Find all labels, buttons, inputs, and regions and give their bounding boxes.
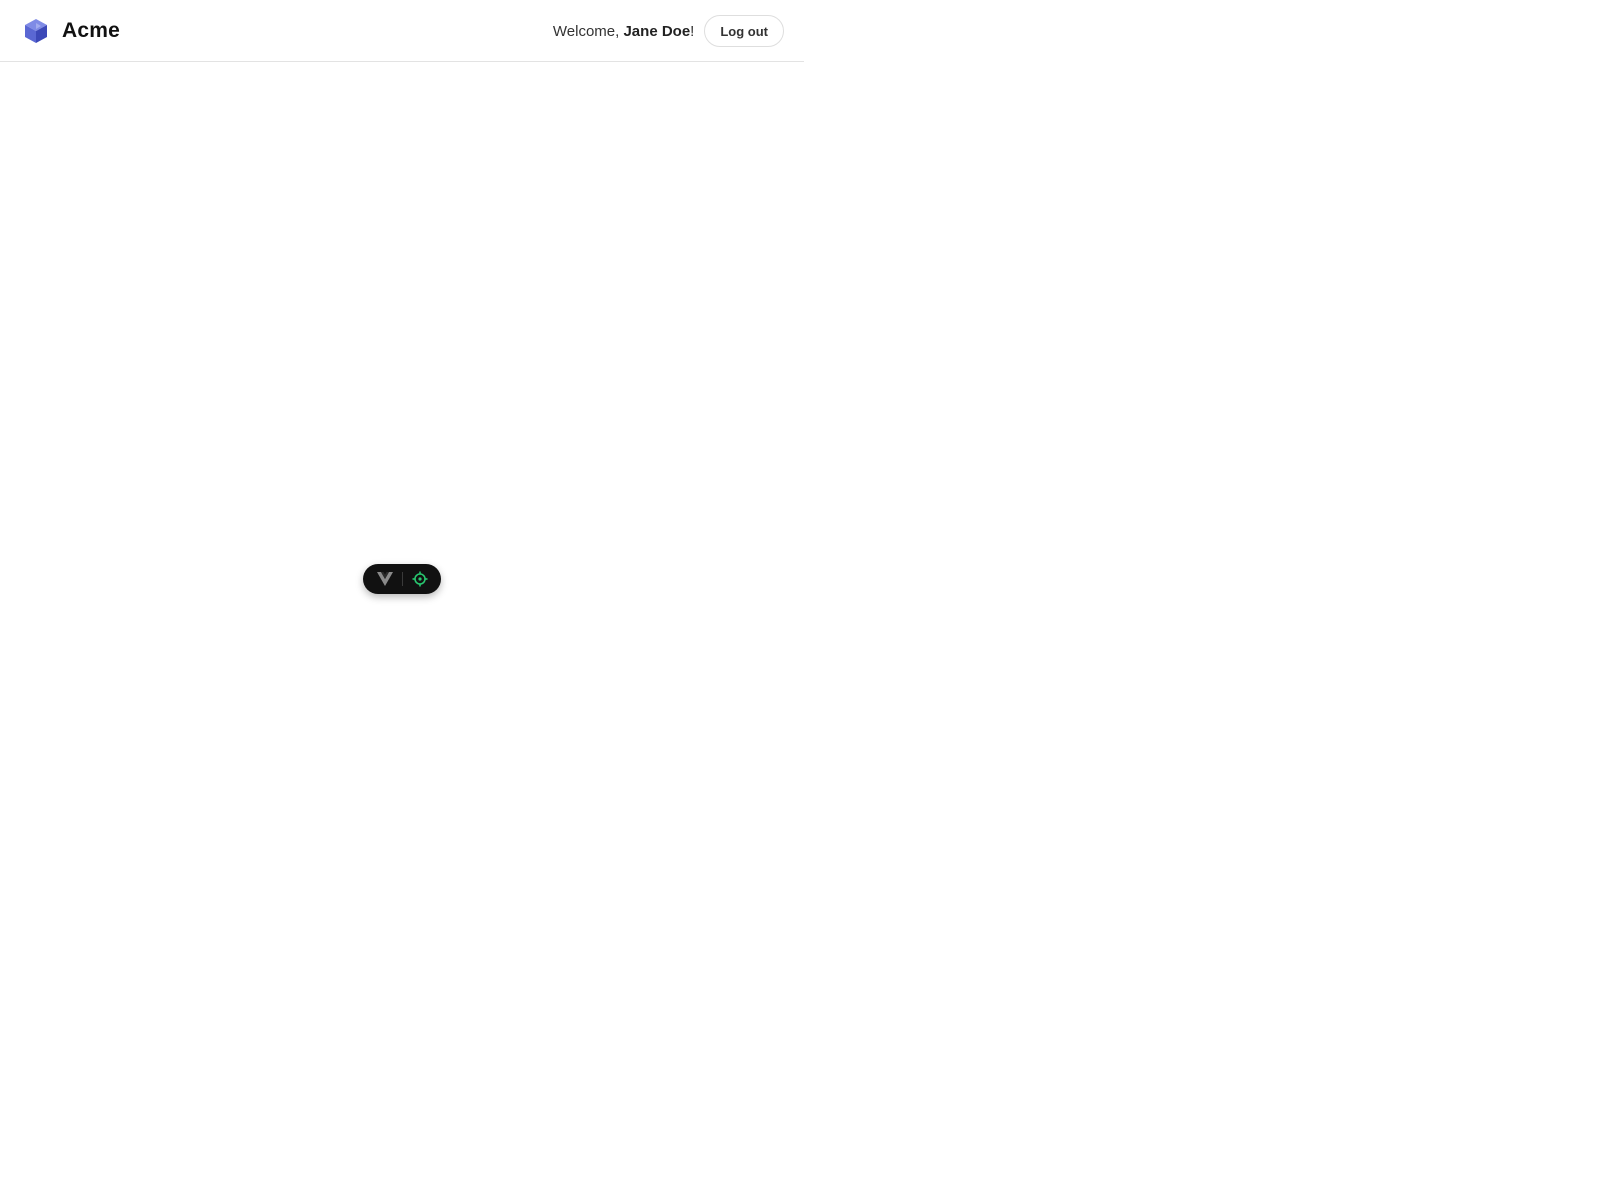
user-name: Jane Doe <box>623 22 691 40</box>
welcome-prefix: Welcome, <box>552 22 624 40</box>
crosshair-icon <box>412 571 428 587</box>
logout-button[interactable]: Log out <box>704 15 784 47</box>
devtools-toolbar <box>363 564 441 594</box>
devtools-divider <box>402 572 403 586</box>
app-header: Acme Welcome, Jane Doe! Log out <box>0 0 804 62</box>
vue-logo-icon <box>377 572 393 586</box>
welcome-message: Welcome, Jane Doe! <box>553 23 694 40</box>
inspect-button[interactable] <box>411 570 429 588</box>
brand-name: Acme <box>62 19 120 42</box>
brand[interactable]: Acme <box>24 18 120 44</box>
welcome-suffix: ! <box>690 22 695 40</box>
cube-logo-icon <box>25 19 47 43</box>
user-area: Welcome, Jane Doe! Log out <box>553 15 784 47</box>
devtools-toggle-button[interactable] <box>376 570 394 588</box>
